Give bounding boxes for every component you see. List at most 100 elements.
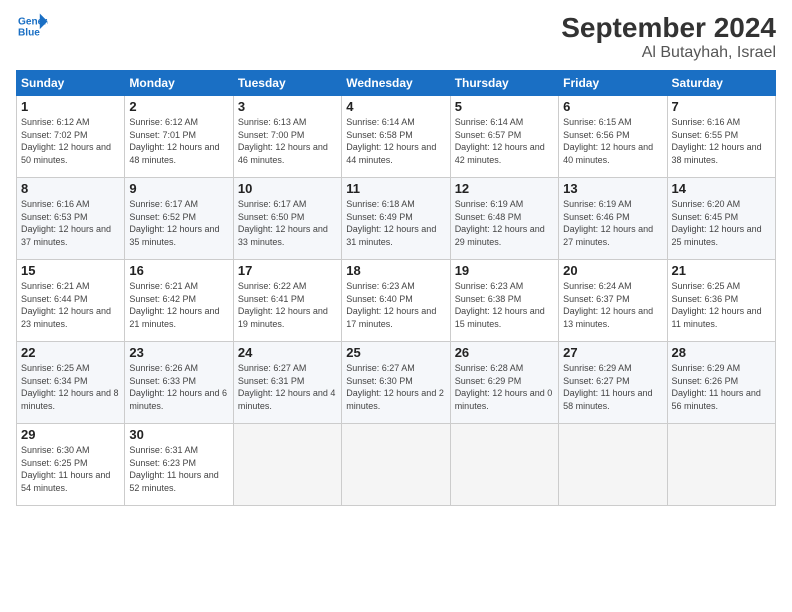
day-info: Sunrise: 6:17 AM Sunset: 6:52 PM Dayligh… <box>129 198 228 248</box>
week-row-1: 1 Sunrise: 6:12 AM Sunset: 7:02 PM Dayli… <box>17 96 776 178</box>
day-number: 22 <box>21 345 120 360</box>
day-number: 1 <box>21 99 120 114</box>
day-number: 12 <box>455 181 554 196</box>
day-number: 7 <box>672 99 771 114</box>
day-info: Sunrise: 6:25 AM Sunset: 6:34 PM Dayligh… <box>21 362 120 412</box>
day-number: 28 <box>672 345 771 360</box>
table-row: 7 Sunrise: 6:16 AM Sunset: 6:55 PM Dayli… <box>667 96 775 178</box>
day-info: Sunrise: 6:25 AM Sunset: 6:36 PM Dayligh… <box>672 280 771 330</box>
day-number: 19 <box>455 263 554 278</box>
table-row: 19 Sunrise: 6:23 AM Sunset: 6:38 PM Dayl… <box>450 260 558 342</box>
day-number: 3 <box>238 99 337 114</box>
table-row <box>342 424 450 506</box>
table-row: 13 Sunrise: 6:19 AM Sunset: 6:46 PM Dayl… <box>559 178 667 260</box>
day-number: 23 <box>129 345 228 360</box>
col-saturday: Saturday <box>667 71 775 96</box>
table-row <box>559 424 667 506</box>
table-row <box>667 424 775 506</box>
table-row: 26 Sunrise: 6:28 AM Sunset: 6:29 PM Dayl… <box>450 342 558 424</box>
day-info: Sunrise: 6:30 AM Sunset: 6:25 PM Dayligh… <box>21 444 120 494</box>
day-number: 27 <box>563 345 662 360</box>
day-info: Sunrise: 6:31 AM Sunset: 6:23 PM Dayligh… <box>129 444 228 494</box>
table-row: 20 Sunrise: 6:24 AM Sunset: 6:37 PM Dayl… <box>559 260 667 342</box>
day-number: 18 <box>346 263 445 278</box>
col-friday: Friday <box>559 71 667 96</box>
day-info: Sunrise: 6:12 AM Sunset: 7:01 PM Dayligh… <box>129 116 228 166</box>
day-number: 14 <box>672 181 771 196</box>
day-info: Sunrise: 6:20 AM Sunset: 6:45 PM Dayligh… <box>672 198 771 248</box>
table-row: 4 Sunrise: 6:14 AM Sunset: 6:58 PM Dayli… <box>342 96 450 178</box>
day-number: 13 <box>563 181 662 196</box>
day-info: Sunrise: 6:13 AM Sunset: 7:00 PM Dayligh… <box>238 116 337 166</box>
table-row: 21 Sunrise: 6:25 AM Sunset: 6:36 PM Dayl… <box>667 260 775 342</box>
day-info: Sunrise: 6:29 AM Sunset: 6:27 PM Dayligh… <box>563 362 662 412</box>
table-row: 22 Sunrise: 6:25 AM Sunset: 6:34 PM Dayl… <box>17 342 125 424</box>
day-info: Sunrise: 6:26 AM Sunset: 6:33 PM Dayligh… <box>129 362 228 412</box>
table-row: 2 Sunrise: 6:12 AM Sunset: 7:01 PM Dayli… <box>125 96 233 178</box>
table-row: 12 Sunrise: 6:19 AM Sunset: 6:48 PM Dayl… <box>450 178 558 260</box>
table-row: 29 Sunrise: 6:30 AM Sunset: 6:25 PM Dayl… <box>17 424 125 506</box>
col-thursday: Thursday <box>450 71 558 96</box>
day-number: 24 <box>238 345 337 360</box>
table-row: 5 Sunrise: 6:14 AM Sunset: 6:57 PM Dayli… <box>450 96 558 178</box>
col-wednesday: Wednesday <box>342 71 450 96</box>
day-number: 25 <box>346 345 445 360</box>
day-info: Sunrise: 6:18 AM Sunset: 6:49 PM Dayligh… <box>346 198 445 248</box>
table-row: 8 Sunrise: 6:16 AM Sunset: 6:53 PM Dayli… <box>17 178 125 260</box>
day-info: Sunrise: 6:14 AM Sunset: 6:57 PM Dayligh… <box>455 116 554 166</box>
col-sunday: Sunday <box>17 71 125 96</box>
header-row: Sunday Monday Tuesday Wednesday Thursday… <box>17 71 776 96</box>
table-row: 27 Sunrise: 6:29 AM Sunset: 6:27 PM Dayl… <box>559 342 667 424</box>
table-row: 18 Sunrise: 6:23 AM Sunset: 6:40 PM Dayl… <box>342 260 450 342</box>
table-row: 11 Sunrise: 6:18 AM Sunset: 6:49 PM Dayl… <box>342 178 450 260</box>
table-row: 16 Sunrise: 6:21 AM Sunset: 6:42 PM Dayl… <box>125 260 233 342</box>
day-info: Sunrise: 6:15 AM Sunset: 6:56 PM Dayligh… <box>563 116 662 166</box>
table-row: 14 Sunrise: 6:20 AM Sunset: 6:45 PM Dayl… <box>667 178 775 260</box>
day-number: 26 <box>455 345 554 360</box>
day-info: Sunrise: 6:23 AM Sunset: 6:38 PM Dayligh… <box>455 280 554 330</box>
day-number: 29 <box>21 427 120 442</box>
day-info: Sunrise: 6:17 AM Sunset: 6:50 PM Dayligh… <box>238 198 337 248</box>
day-number: 17 <box>238 263 337 278</box>
month-title: September 2024 <box>561 12 776 44</box>
day-number: 15 <box>21 263 120 278</box>
table-row: 25 Sunrise: 6:27 AM Sunset: 6:30 PM Dayl… <box>342 342 450 424</box>
week-row-3: 15 Sunrise: 6:21 AM Sunset: 6:44 PM Dayl… <box>17 260 776 342</box>
day-number: 6 <box>563 99 662 114</box>
header: General Blue September 2024 Al Butayhah,… <box>16 12 776 62</box>
svg-text:Blue: Blue <box>18 27 40 38</box>
table-row <box>233 424 341 506</box>
day-info: Sunrise: 6:19 AM Sunset: 6:48 PM Dayligh… <box>455 198 554 248</box>
day-number: 8 <box>21 181 120 196</box>
day-info: Sunrise: 6:16 AM Sunset: 6:53 PM Dayligh… <box>21 198 120 248</box>
table-row: 6 Sunrise: 6:15 AM Sunset: 6:56 PM Dayli… <box>559 96 667 178</box>
week-row-4: 22 Sunrise: 6:25 AM Sunset: 6:34 PM Dayl… <box>17 342 776 424</box>
col-monday: Monday <box>125 71 233 96</box>
table-row: 28 Sunrise: 6:29 AM Sunset: 6:26 PM Dayl… <box>667 342 775 424</box>
table-row: 9 Sunrise: 6:17 AM Sunset: 6:52 PM Dayli… <box>125 178 233 260</box>
day-info: Sunrise: 6:19 AM Sunset: 6:46 PM Dayligh… <box>563 198 662 248</box>
page: General Blue September 2024 Al Butayhah,… <box>0 0 792 612</box>
col-tuesday: Tuesday <box>233 71 341 96</box>
day-number: 20 <box>563 263 662 278</box>
title-section: September 2024 Al Butayhah, Israel <box>561 12 776 62</box>
table-row: 24 Sunrise: 6:27 AM Sunset: 6:31 PM Dayl… <box>233 342 341 424</box>
table-row: 23 Sunrise: 6:26 AM Sunset: 6:33 PM Dayl… <box>125 342 233 424</box>
table-row: 10 Sunrise: 6:17 AM Sunset: 6:50 PM Dayl… <box>233 178 341 260</box>
table-row: 1 Sunrise: 6:12 AM Sunset: 7:02 PM Dayli… <box>17 96 125 178</box>
calendar-table: Sunday Monday Tuesday Wednesday Thursday… <box>16 70 776 506</box>
day-info: Sunrise: 6:27 AM Sunset: 6:30 PM Dayligh… <box>346 362 445 412</box>
table-row: 30 Sunrise: 6:31 AM Sunset: 6:23 PM Dayl… <box>125 424 233 506</box>
day-info: Sunrise: 6:29 AM Sunset: 6:26 PM Dayligh… <box>672 362 771 412</box>
table-row: 3 Sunrise: 6:13 AM Sunset: 7:00 PM Dayli… <box>233 96 341 178</box>
day-number: 30 <box>129 427 228 442</box>
day-info: Sunrise: 6:16 AM Sunset: 6:55 PM Dayligh… <box>672 116 771 166</box>
day-info: Sunrise: 6:27 AM Sunset: 6:31 PM Dayligh… <box>238 362 337 412</box>
day-number: 16 <box>129 263 228 278</box>
day-info: Sunrise: 6:12 AM Sunset: 7:02 PM Dayligh… <box>21 116 120 166</box>
day-info: Sunrise: 6:21 AM Sunset: 6:44 PM Dayligh… <box>21 280 120 330</box>
day-info: Sunrise: 6:28 AM Sunset: 6:29 PM Dayligh… <box>455 362 554 412</box>
week-row-2: 8 Sunrise: 6:16 AM Sunset: 6:53 PM Dayli… <box>17 178 776 260</box>
day-info: Sunrise: 6:21 AM Sunset: 6:42 PM Dayligh… <box>129 280 228 330</box>
day-number: 11 <box>346 181 445 196</box>
